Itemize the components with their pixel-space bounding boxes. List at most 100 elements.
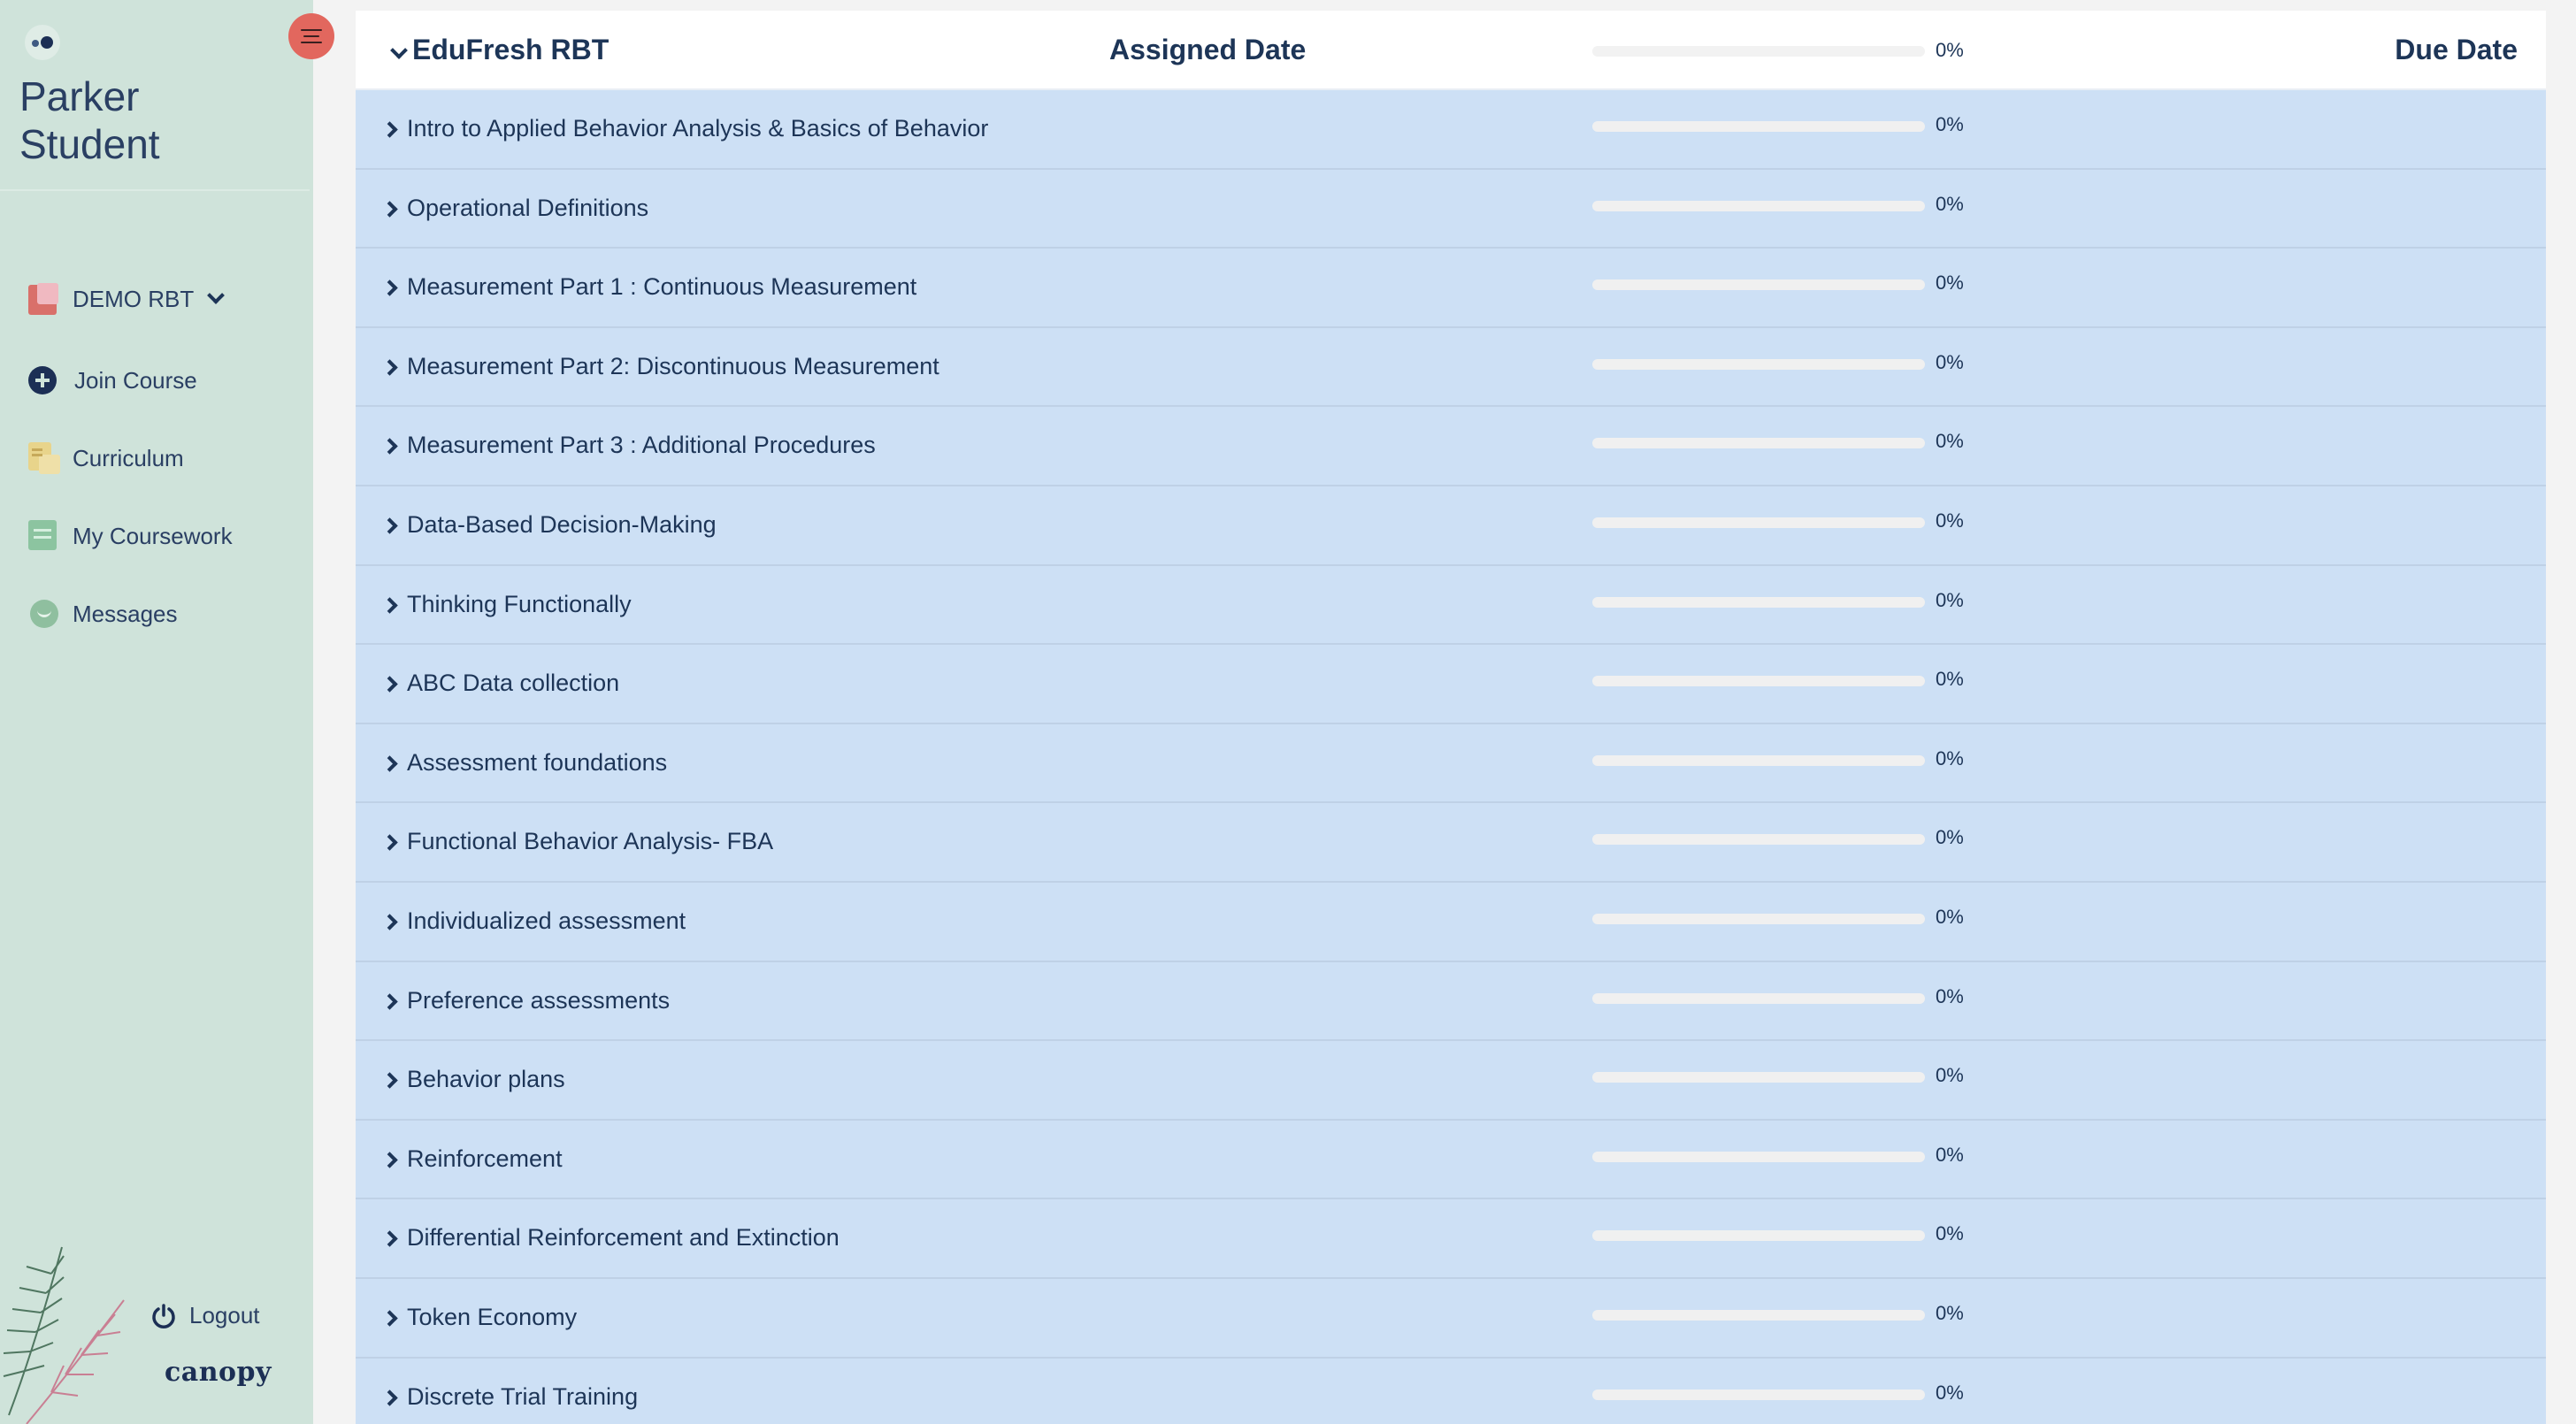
chevron-down-icon [207, 287, 226, 304]
sidebar-divider [0, 189, 310, 191]
module-progress-label: 0% [1936, 1064, 1964, 1087]
module-progress-bar [1592, 279, 1925, 291]
module-row[interactable]: Measurement Part 2: Discontinuous Measur… [356, 327, 2546, 408]
module-row[interactable]: Thinking Functionally 0% [356, 565, 2546, 646]
module-row[interactable]: Operational Definitions 0% [356, 169, 2546, 249]
module-row[interactable]: Measurement Part 1 : Continuous Measurem… [356, 249, 2546, 328]
module-title: Assessment foundations [407, 748, 668, 776]
chevron-right-icon [381, 1230, 398, 1248]
nav-join-course-label: Join Course [74, 366, 197, 394]
canopy-logo: canopy [165, 1357, 272, 1388]
module-title: Reinforcement [407, 1145, 563, 1172]
logout-label: Logout [189, 1302, 260, 1328]
assigned-date-header: Assigned Date [1109, 34, 1307, 65]
nav-curriculum-label: Curriculum [73, 444, 184, 471]
module-progress-bar [1592, 1151, 1925, 1162]
module-progress-bar [1592, 1072, 1925, 1083]
module-progress-bar [1592, 596, 1925, 608]
chevron-right-icon [381, 1389, 398, 1406]
module-progress-label: 0% [1936, 509, 1964, 532]
module-row[interactable]: Differential Reinforcement and Extinctio… [356, 1199, 2546, 1279]
module-title: Measurement Part 3 : Additional Procedur… [407, 432, 876, 459]
course-title[interactable]: EduFresh RBT [412, 34, 609, 66]
module-title: Operational Definitions [407, 194, 649, 221]
module-progress-bar [1592, 676, 1925, 687]
module-row[interactable]: Reinforcement 0% [356, 1120, 2546, 1200]
module-title: Measurement Part 2: Discontinuous Measur… [407, 352, 939, 379]
module-row[interactable]: Data-Based Decision-Making 0% [356, 486, 2546, 566]
course-progress-label: 0% [1936, 39, 1964, 61]
module-progress-label: 0% [1936, 1222, 1964, 1245]
module-progress-bar [1592, 754, 1925, 766]
nav-messages-label: Messages [73, 600, 178, 627]
module-title: Functional Behavior Analysis- FBA [407, 828, 774, 855]
nav-my-coursework-label: My Coursework [73, 522, 233, 549]
nav-my-coursework[interactable]: My Coursework [27, 517, 233, 555]
module-title: ABC Data collection [407, 670, 620, 697]
module-title: Data-Based Decision-Making [407, 510, 717, 538]
module-progress-bar [1592, 200, 1925, 211]
module-title: Discrete Trial Training [407, 1382, 639, 1410]
notes-icon [27, 440, 62, 476]
module-row[interactable]: ABC Data collection 0% [356, 645, 2546, 724]
course-header: EduFresh RBT Assigned Date 0% Due Date [356, 11, 2546, 90]
main-panel: EduFresh RBT Assigned Date 0% Due Date I… [356, 11, 2546, 1424]
nav-join-course[interactable]: Join Course [27, 361, 197, 400]
module-progress-bar [1592, 438, 1925, 449]
chevron-right-icon [381, 438, 398, 456]
course-selector[interactable]: DEMO RBT [27, 279, 226, 318]
module-row[interactable]: Individualized assessment 0% [356, 882, 2546, 962]
module-progress-label: 0% [1936, 1301, 1964, 1324]
nav-curriculum[interactable]: Curriculum [27, 439, 184, 478]
chevron-right-icon [381, 755, 398, 772]
module-progress-label: 0% [1936, 272, 1964, 295]
user-name: Parker Student [19, 73, 160, 167]
module-progress-label: 0% [1936, 430, 1964, 453]
module-progress-bar [1592, 992, 1925, 1004]
module-list: Intro to Applied Behavior Analysis & Bas… [356, 90, 2546, 1424]
eyes-logo-icon [25, 25, 60, 60]
module-row[interactable]: Discrete Trial Training 0% [356, 1358, 2546, 1424]
chevron-right-icon [381, 200, 398, 218]
module-progress-label: 0% [1936, 1381, 1964, 1404]
module-progress-label: 0% [1936, 905, 1964, 928]
module-row[interactable]: Assessment foundations 0% [356, 723, 2546, 804]
module-progress-bar [1592, 517, 1925, 528]
sidebar: Parker Student DEMO RBT Join Course Curr… [0, 0, 313, 1424]
chevron-right-icon [381, 1072, 398, 1089]
module-row[interactable]: Behavior plans 0% [356, 1041, 2546, 1121]
module-row[interactable]: Measurement Part 3 : Additional Procedur… [356, 407, 2546, 486]
module-progress-bar [1592, 1389, 1925, 1400]
module-row[interactable]: Token Economy 0% [356, 1278, 2546, 1359]
module-title: Intro to Applied Behavior Analysis & Bas… [407, 115, 989, 142]
module-title: Thinking Functionally [407, 590, 632, 617]
due-date-header: Due Date [2395, 34, 2518, 65]
module-progress-bar [1592, 913, 1925, 924]
chevron-right-icon [381, 834, 398, 852]
module-title: Differential Reinforcement and Extinctio… [407, 1224, 840, 1252]
chevron-right-icon [381, 676, 398, 693]
module-progress-bar [1592, 358, 1925, 370]
module-progress-bar [1592, 834, 1925, 846]
module-row[interactable]: Functional Behavior Analysis- FBA 0% [356, 803, 2546, 883]
chevron-down-icon[interactable] [390, 42, 408, 59]
module-title: Preference assessments [407, 986, 671, 1014]
plus-circle-icon [28, 366, 57, 394]
chevron-right-icon [381, 596, 398, 614]
chevron-right-icon [381, 1310, 398, 1327]
module-progress-label: 0% [1936, 1143, 1964, 1166]
nav-messages[interactable]: Messages [27, 594, 178, 633]
chat-icon [27, 596, 62, 632]
module-row[interactable]: Preference assessments 0% [356, 961, 2546, 1042]
module-title: Measurement Part 1 : Continuous Measurem… [407, 273, 917, 301]
module-progress-label: 0% [1936, 668, 1964, 691]
chevron-right-icon [381, 517, 398, 534]
course-selector-label: DEMO RBT [73, 285, 195, 312]
app-root: Parker Student DEMO RBT Join Course Curr… [0, 0, 2576, 1424]
module-progress-bar [1592, 1309, 1925, 1321]
module-row[interactable]: Intro to Applied Behavior Analysis & Bas… [356, 90, 2546, 170]
hamburger-menu-icon[interactable] [288, 13, 334, 59]
fern-leaf-decoration [3, 1246, 125, 1424]
logout-button[interactable]: Logout [150, 1302, 260, 1329]
module-progress-label: 0% [1936, 984, 1964, 1007]
